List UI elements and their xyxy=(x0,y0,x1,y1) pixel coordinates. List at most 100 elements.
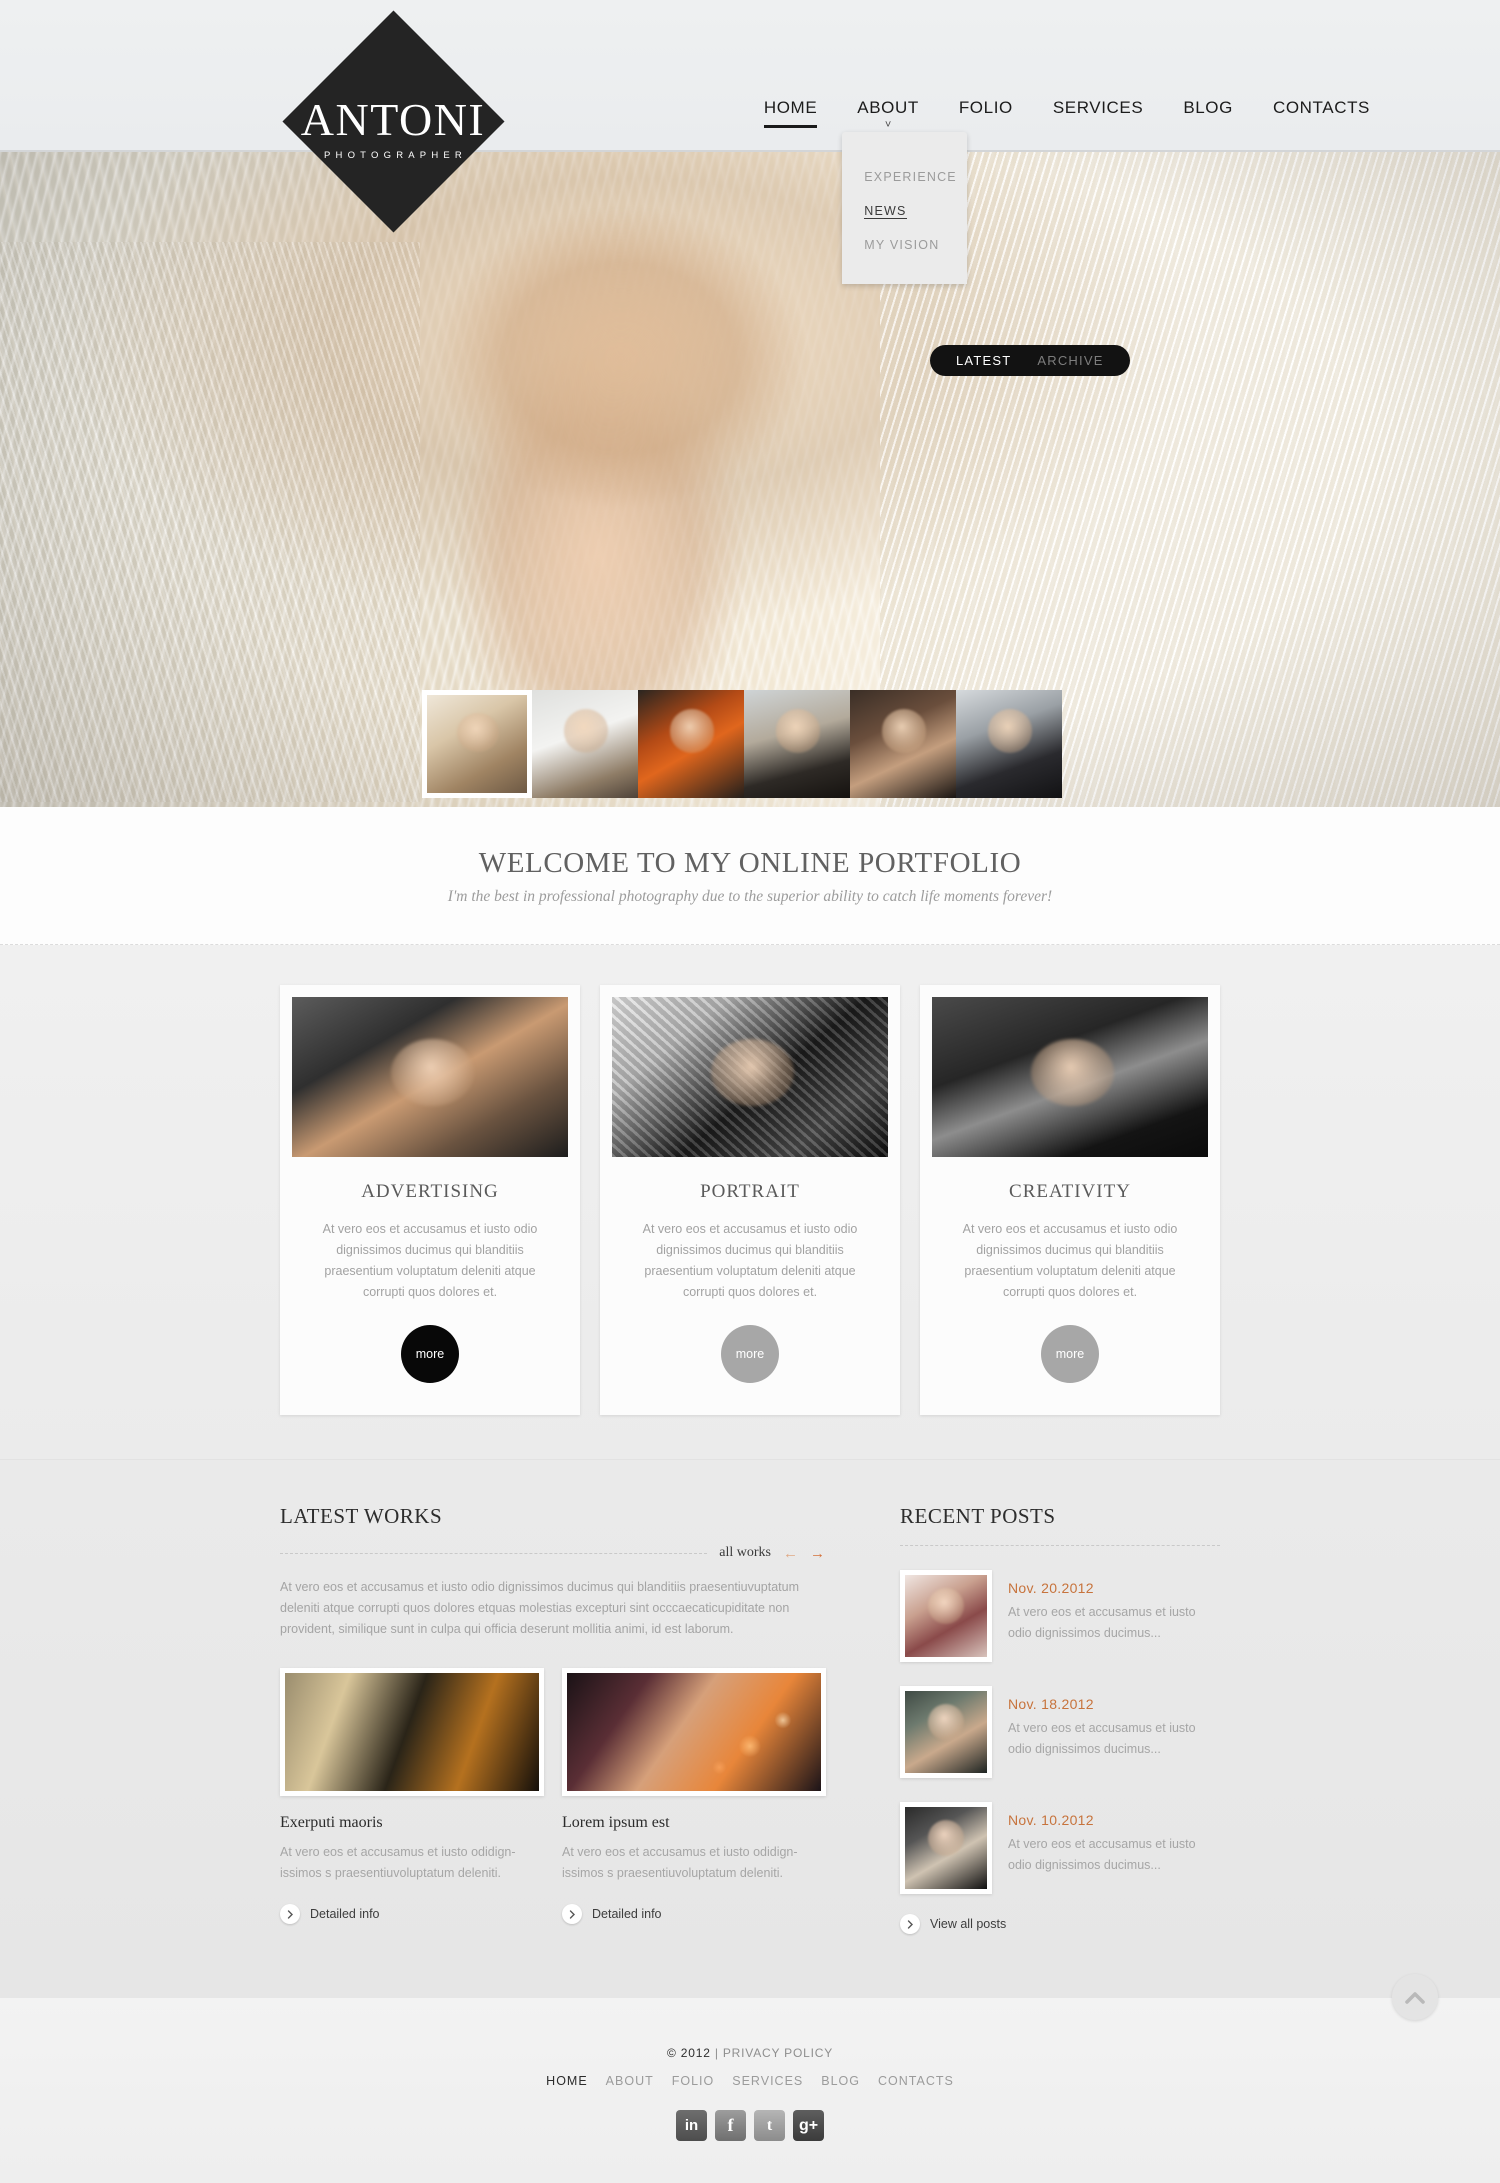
recent-post-3[interactable]: Nov. 10.2012 At vero eos et accusamus et… xyxy=(900,1802,1220,1894)
recent-post-1[interactable]: Nov. 20.2012 At vero eos et accusamus et… xyxy=(900,1570,1220,1662)
work-image-bokeh xyxy=(567,1673,821,1791)
post-date-1[interactable]: Nov. 20.2012 xyxy=(1008,1580,1220,1596)
footer-nav-home[interactable]: HOME xyxy=(546,2074,588,2088)
work-text-2: At vero eos et accusamus et iusto odidig… xyxy=(562,1845,798,1880)
hero-thumbnail-2[interactable] xyxy=(532,690,638,798)
post-thumbnail-frame-3[interactable] xyxy=(900,1802,992,1894)
thumbnail-subject-1 xyxy=(457,712,499,752)
thumbnail-subject-5 xyxy=(881,709,927,753)
all-works-link[interactable]: all works xyxy=(719,1545,771,1561)
welcome-banner: WELCOME TO MY ONLINE PORTFOLIO I'm the b… xyxy=(0,807,1500,945)
post-date-3[interactable]: Nov. 10.2012 xyxy=(1008,1812,1220,1828)
hero-thumbnail-strip xyxy=(422,690,1062,798)
logo-brand-name: ANTONI xyxy=(300,94,486,145)
copyright-separator: | xyxy=(714,2046,719,2060)
thumbnail-subject-6 xyxy=(987,709,1033,753)
nav-item-contacts[interactable]: CONTACTS xyxy=(1253,98,1390,118)
work-image-frame-1[interactable] xyxy=(280,1668,544,1796)
work-image-2 xyxy=(567,1673,821,1791)
footer-nav-folio[interactable]: FOLIO xyxy=(672,2074,715,2088)
dropdown-label-my-vision: MY VISION xyxy=(864,238,940,252)
nav-item-home[interactable]: HOME xyxy=(744,98,837,128)
welcome-subheading: I'm the best in professional photography… xyxy=(447,888,1053,905)
social-links: in f t g+ xyxy=(0,2110,1500,2141)
post-subject-2 xyxy=(927,1704,965,1741)
service-more-button-advertising[interactable]: more xyxy=(401,1325,459,1383)
service-image-subject xyxy=(1031,1038,1115,1106)
prev-arrow-icon[interactable]: ← xyxy=(783,1546,798,1561)
hero-thumbnail-4[interactable] xyxy=(744,690,850,798)
latest-works-heading: LATEST WORKS xyxy=(280,1504,443,1528)
hero-thumbnail-5[interactable] xyxy=(850,690,956,798)
dropdown-label-experience: EXPERIENCE xyxy=(864,170,957,184)
hero-slider[interactable]: LATEST ARCHIVE xyxy=(0,152,1500,807)
copyright-year: © 2012 xyxy=(667,2046,711,2060)
work-item-1: Exerputi maoris At vero eos et accusamus… xyxy=(280,1668,544,1924)
thumbnail-subject-2 xyxy=(563,709,609,753)
about-dropdown-menu: EXPERIENCE NEWS MY VISION xyxy=(842,132,968,284)
hero-thumbnail-3[interactable] xyxy=(638,690,744,798)
footer-nav-blog[interactable]: BLOG xyxy=(821,2074,860,2088)
work-image-1 xyxy=(285,1673,539,1791)
view-all-posts-link[interactable]: View all posts xyxy=(900,1914,1220,1934)
work-detail-label-1: Detailed info xyxy=(310,1907,380,1921)
thumbnail-subject-4 xyxy=(775,709,821,753)
service-text-portrait: At vero eos et accusamus et iusto odio d… xyxy=(642,1222,858,1299)
latest-archive-toggle[interactable]: LATEST ARCHIVE xyxy=(930,345,1130,376)
service-image-portrait[interactable] xyxy=(612,997,888,1157)
dropdown-item-news[interactable]: NEWS xyxy=(842,194,967,228)
service-image-creativity[interactable] xyxy=(932,997,1208,1157)
googleplus-icon[interactable]: g+ xyxy=(793,2110,824,2141)
nav-label-about: ABOUT xyxy=(857,98,919,117)
facebook-icon[interactable]: f xyxy=(715,2110,746,2141)
dropdown-item-my-vision[interactable]: MY VISION xyxy=(842,228,967,262)
service-more-button-creativity[interactable]: more xyxy=(1041,1325,1099,1383)
service-card-creativity: CREATIVITY At vero eos et accusamus et i… xyxy=(920,985,1220,1415)
post-thumbnail-3 xyxy=(905,1807,987,1889)
back-to-top-button[interactable] xyxy=(1392,1974,1438,2020)
service-card-advertising: ADVERTISING At vero eos et accusamus et … xyxy=(280,985,580,1415)
toggle-archive-button[interactable]: ARCHIVE xyxy=(1037,353,1103,368)
post-thumbnail-2 xyxy=(905,1691,987,1773)
privacy-policy-link[interactable]: PRIVACY POLICY xyxy=(723,2046,833,2060)
service-text-advertising: At vero eos et accusamus et iusto odio d… xyxy=(322,1222,538,1299)
nav-item-folio[interactable]: FOLIO xyxy=(939,98,1033,118)
hero-thumbnail-6[interactable] xyxy=(956,690,1062,798)
nav-item-blog[interactable]: BLOG xyxy=(1163,98,1253,118)
toggle-latest-button[interactable]: LATEST xyxy=(956,353,1011,368)
latest-works-grid: Exerputi maoris At vero eos et accusamus… xyxy=(280,1668,826,1924)
post-excerpt-3: At vero eos et accusamus et iusto odio d… xyxy=(1008,1837,1196,1872)
nav-label-services: SERVICES xyxy=(1052,98,1144,117)
post-date-2[interactable]: Nov. 18.2012 xyxy=(1008,1696,1220,1712)
copyright-line: © 2012 | PRIVACY POLICY xyxy=(0,2046,1500,2060)
service-image-advertising[interactable] xyxy=(292,997,568,1157)
page-root: ANTONI PHOTOGRAPHER HOME ABOUT ˅ EXPERIE… xyxy=(0,0,1500,2183)
content-columns: LATEST WORKS all works ← → At vero eos e… xyxy=(280,1504,1220,1934)
post-thumbnail-frame-2[interactable] xyxy=(900,1686,992,1778)
logo-text-group: ANTONI PHOTOGRAPHER xyxy=(282,10,504,232)
hero-thumbnail-1[interactable] xyxy=(422,690,532,798)
nav-item-services[interactable]: SERVICES xyxy=(1033,98,1163,118)
chevron-right-icon xyxy=(562,1904,582,1924)
service-more-button-portrait[interactable]: more xyxy=(721,1325,779,1383)
work-image-frame-2[interactable] xyxy=(562,1668,826,1796)
work-title-1: Exerputi maoris xyxy=(280,1814,383,1831)
chevron-up-icon xyxy=(1405,1991,1425,2004)
twitter-icon[interactable]: t xyxy=(754,2110,785,2141)
linkedin-icon[interactable]: in xyxy=(676,2110,707,2141)
footer-nav-services[interactable]: SERVICES xyxy=(732,2074,803,2088)
work-detail-link-2[interactable]: Detailed info xyxy=(562,1904,826,1924)
dashed-divider xyxy=(280,1552,708,1554)
dropdown-item-experience[interactable]: EXPERIENCE xyxy=(842,160,967,194)
next-arrow-icon[interactable]: → xyxy=(810,1546,825,1561)
footer-nav-about[interactable]: ABOUT xyxy=(606,2074,654,2088)
footer-nav-contacts[interactable]: CONTACTS xyxy=(878,2074,954,2088)
primary-navigation: HOME ABOUT ˅ EXPERIENCE NEWS MY VISION F… xyxy=(744,98,1390,284)
post-excerpt-1: At vero eos et accusamus et iusto odio d… xyxy=(1008,1605,1196,1640)
recent-post-2[interactable]: Nov. 18.2012 At vero eos et accusamus et… xyxy=(900,1686,1220,1778)
site-logo[interactable]: ANTONI PHOTOGRAPHER xyxy=(282,10,505,233)
work-text-1: At vero eos et accusamus et iusto odidig… xyxy=(280,1845,516,1880)
work-detail-link-1[interactable]: Detailed info xyxy=(280,1904,544,1924)
post-thumbnail-frame-1[interactable] xyxy=(900,1570,992,1662)
nav-item-about[interactable]: ABOUT ˅ EXPERIENCE NEWS MY VISION xyxy=(837,98,968,284)
